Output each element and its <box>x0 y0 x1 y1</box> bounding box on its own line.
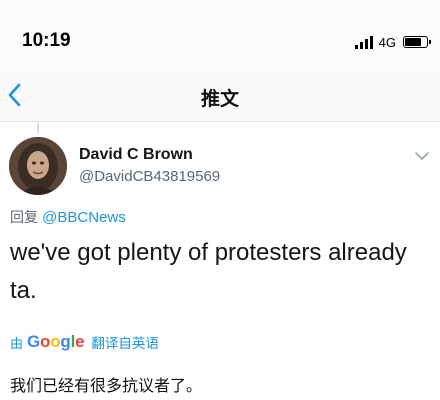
status-bar: 10:19 4G <box>0 0 440 70</box>
page-title: 推文 <box>200 88 239 110</box>
status-time: 10:19 <box>22 30 71 51</box>
thread-connector-line <box>37 123 39 133</box>
signal-strength-icon <box>354 35 373 49</box>
google-logo: Google <box>27 332 85 351</box>
translate-tweet-link[interactable]: 由 Google 翻译自英语 <box>10 332 159 352</box>
reply-context: 回复 @BBCNews <box>10 207 126 227</box>
avatar[interactable] <box>9 137 67 195</box>
tweet-text: we've got plenty of protesters already t… <box>10 239 407 304</box>
status-indicators: 4G <box>354 34 431 50</box>
translate-prefix: 由 <box>10 336 24 352</box>
network-type: 4G <box>378 34 396 50</box>
navigation-bar: 推文 <box>0 70 440 122</box>
translate-label: 翻译自英语 <box>91 336 159 352</box>
avatar-photo <box>9 137 67 195</box>
author-handle[interactable]: @DavidCB43819569 <box>79 168 220 185</box>
reply-mention-link[interactable]: @BBCNews <box>42 209 126 226</box>
author-display-name[interactable]: David C Brown <box>79 146 193 164</box>
battery-level <box>405 38 421 46</box>
translated-text: 我们已经有很多抗议者了。 <box>10 376 203 395</box>
battery-icon <box>403 36 431 48</box>
reply-prefix: 回复 <box>10 210 38 226</box>
chevron-down-icon[interactable] <box>414 150 430 162</box>
